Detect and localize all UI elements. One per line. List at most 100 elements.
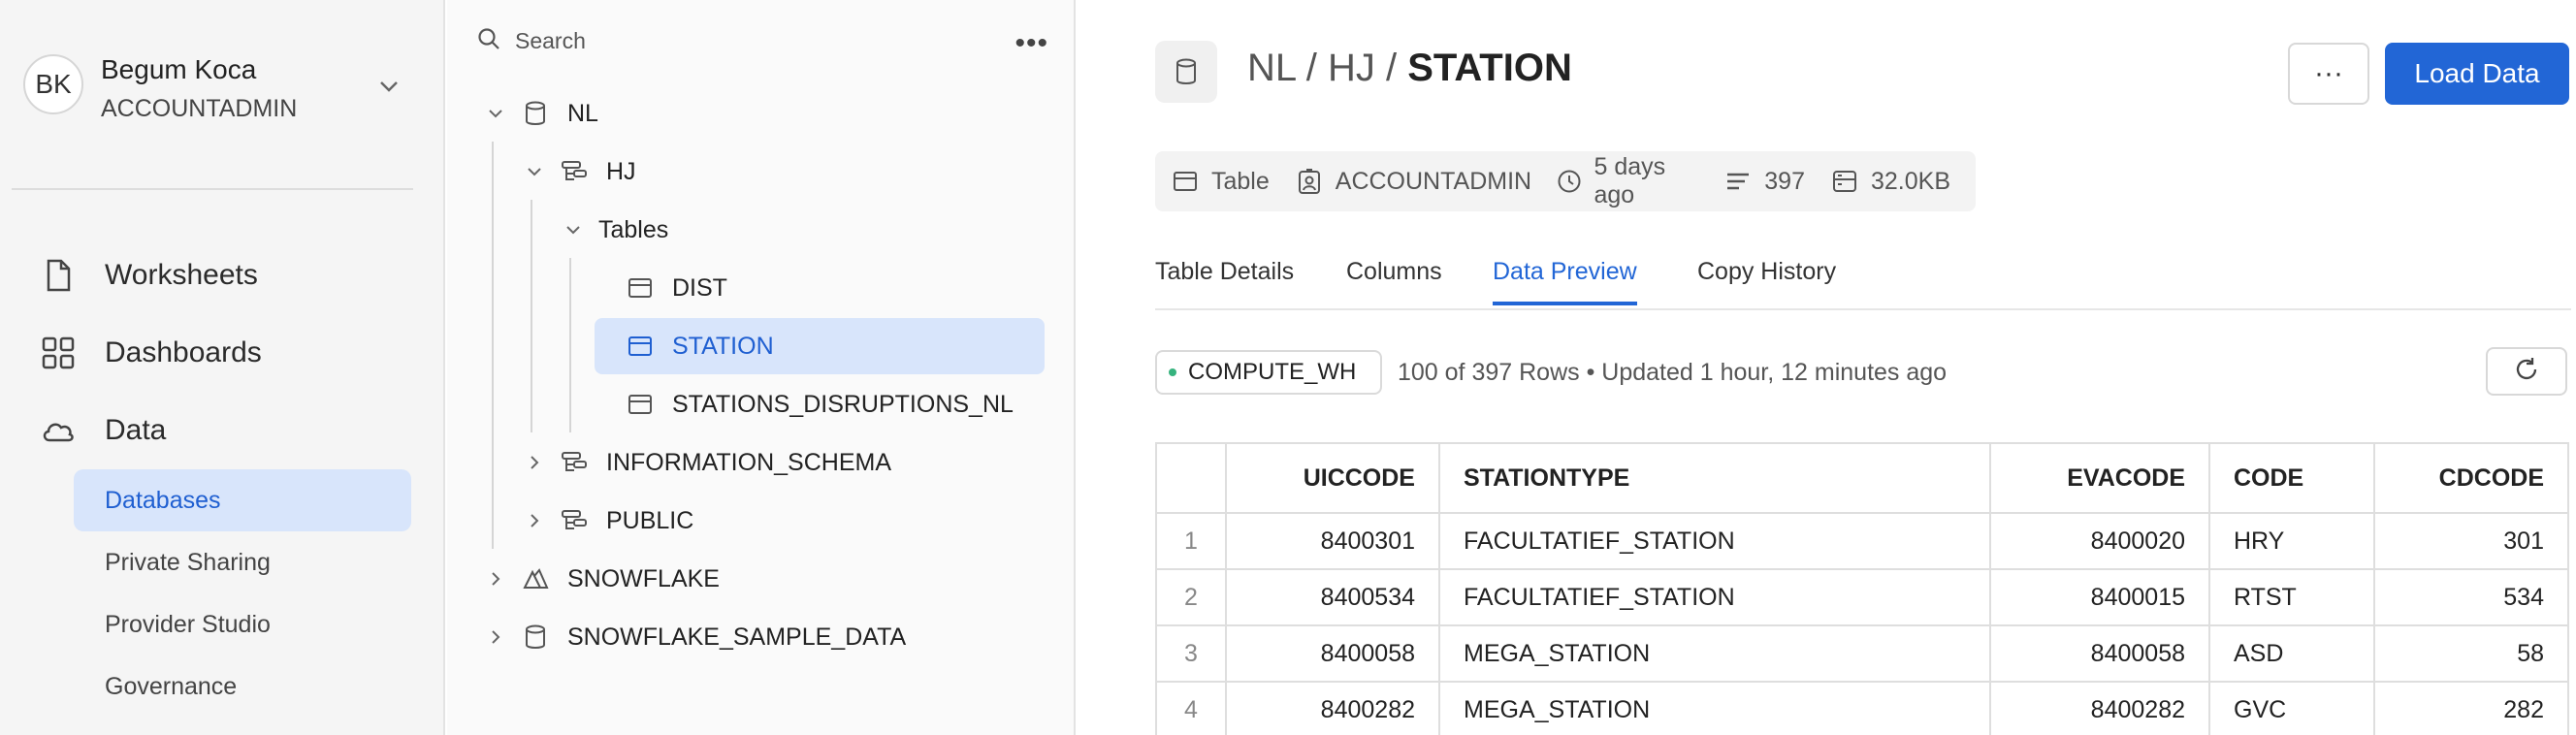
chevron-right-icon[interactable]	[521, 507, 548, 534]
nav-worksheets[interactable]: Worksheets	[39, 251, 258, 300]
table-icon	[626, 332, 655, 361]
nav-sub-private-sharing[interactable]: Private Sharing	[74, 531, 411, 593]
tree-node-information-schema[interactable]: INFORMATION_SCHEMA	[521, 434, 891, 491]
chevron-right-icon[interactable]	[482, 565, 509, 592]
table-row[interactable]: 3 8400058 MEGA_STATION 8400058 ASD 58	[1155, 624, 2569, 683]
load-data-button[interactable]: Load Data	[2385, 43, 2569, 105]
nav-data-label: Data	[105, 414, 167, 446]
table-cell[interactable]: 8400301	[1225, 512, 1440, 570]
table-cell[interactable]: 534	[2373, 568, 2569, 626]
tree-node-snowflake[interactable]: SNOWFLAKE	[482, 551, 720, 607]
more-actions-button[interactable]: ···	[2288, 43, 2369, 105]
user-menu[interactable]: BK Begum Koca ACCOUNTADMIN	[23, 47, 411, 130]
data-preview-table: UICCODE STATIONTYPE EVACODE CODE CDCODE …	[1155, 442, 2569, 735]
nav-worksheets-label: Worksheets	[105, 259, 258, 291]
table-cell[interactable]: RTST	[2208, 568, 2375, 626]
nav-dashboards[interactable]: Dashboards	[39, 329, 262, 377]
tree-node-hj[interactable]: HJ	[521, 144, 636, 200]
row-number-header	[1155, 442, 1227, 514]
row-number: 4	[1155, 681, 1227, 735]
column-header[interactable]: EVACODE	[1989, 442, 2210, 514]
tree-node-label: INFORMATION_SCHEMA	[606, 448, 891, 476]
refresh-icon	[2513, 356, 2540, 388]
nav-sub-provider-studio[interactable]: Provider Studio	[74, 593, 411, 655]
table-cell[interactable]: FACULTATIEF_STATION	[1438, 568, 1991, 626]
table-header-row: UICCODE STATIONTYPE EVACODE CODE CDCODE	[1155, 442, 2569, 514]
table-cell[interactable]: 8400282	[1225, 681, 1440, 735]
nav-data[interactable]: Data	[39, 406, 166, 455]
column-header[interactable]: CDCODE	[2373, 442, 2569, 514]
tree-node-snowflake-sample-data[interactable]: SNOWFLAKE_SAMPLE_DATA	[482, 609, 906, 665]
tree-node-label: STATIONS_DISRUPTIONS_NL	[672, 390, 1014, 418]
tab-table-details[interactable]: Table Details	[1155, 258, 1294, 302]
nav-sub-databases[interactable]: Databases	[74, 469, 411, 531]
table-cell[interactable]: 58	[2373, 624, 2569, 683]
page-title: NL / HJ / STATION	[1247, 47, 1572, 90]
table-row[interactable]: 4 8400282 MEGA_STATION 8400282 GVC 282	[1155, 681, 2569, 735]
table-cell[interactable]: 8400058	[1989, 624, 2210, 683]
search-input[interactable]: Search •••	[476, 21, 1048, 60]
chevron-down-icon[interactable]	[374, 72, 403, 101]
app-window: BK Begum Koca ACCOUNTADMIN Worksheets Da…	[0, 0, 2576, 735]
meta-rows-label: 397	[1764, 167, 1805, 195]
more-options-icon[interactable]: •••	[1014, 27, 1048, 60]
tree-node-label: NL	[567, 99, 598, 127]
clock-icon	[1557, 167, 1582, 196]
chevron-down-icon[interactable]	[482, 100, 509, 127]
table-cell[interactable]: HRY	[2208, 512, 2375, 570]
tree-guide	[492, 142, 494, 549]
tree-node-dist[interactable]: DIST	[626, 260, 1006, 316]
warehouse-selector[interactable]: COMPUTE_WH	[1155, 350, 1382, 395]
search-icon	[476, 26, 501, 56]
tree-node-nl[interactable]: NL	[482, 85, 598, 142]
tree-node-station[interactable]: STATION	[595, 318, 1045, 374]
table-cell[interactable]: 8400282	[1989, 681, 2210, 735]
meta-modified-label: 5 days ago	[1594, 153, 1666, 208]
table-cell[interactable]: 301	[2373, 512, 2569, 570]
table-cell[interactable]: 282	[2373, 681, 2569, 735]
row-count-info: 100 of 397 Rows • Updated 1 hour, 12 min…	[1398, 359, 1948, 386]
table-row[interactable]: 1 8400301 FACULTATIEF_STATION 8400020 HR…	[1155, 512, 2569, 570]
row-number: 3	[1155, 624, 1227, 683]
tab-data-preview[interactable]: Data Preview	[1493, 258, 1637, 305]
column-header[interactable]: STATIONTYPE	[1438, 442, 1991, 514]
tab-copy-history[interactable]: Copy History	[1697, 258, 1836, 302]
table-icon	[626, 273, 655, 303]
row-number: 1	[1155, 512, 1227, 570]
schema-icon	[560, 448, 589, 477]
tree-node-label: STATION	[672, 332, 774, 360]
tree-node-tables[interactable]: Tables	[560, 202, 668, 258]
tab-columns[interactable]: Columns	[1346, 258, 1442, 302]
user-name: Begum Koca	[101, 54, 257, 84]
chevron-down-icon[interactable]	[521, 158, 548, 185]
shared-database-icon	[521, 564, 550, 593]
table-cell[interactable]: 8400020	[1989, 512, 2210, 570]
tree-guide	[531, 200, 532, 432]
database-icon	[521, 623, 550, 652]
meta-modified: 5 days ago	[1557, 153, 1698, 209]
tree-node-public[interactable]: PUBLIC	[521, 493, 693, 549]
tree-node-stations-disruptions[interactable]: STATIONS_DISRUPTIONS_NL	[626, 376, 1033, 432]
column-header[interactable]: CODE	[2208, 442, 2375, 514]
refresh-button[interactable]	[2486, 347, 2567, 396]
table-cell[interactable]: MEGA_STATION	[1438, 681, 1991, 735]
table-cell[interactable]: ASD	[2208, 624, 2375, 683]
table-cell[interactable]: MEGA_STATION	[1438, 624, 1991, 683]
nav-sub-governance[interactable]: Governance	[74, 655, 411, 718]
tree-node-label: Tables	[598, 215, 669, 243]
warehouse-name: COMPUTE_WH	[1188, 359, 1357, 385]
table-row[interactable]: 2 8400534 FACULTATIEF_STATION 8400015 RT…	[1155, 568, 2569, 626]
table-cell[interactable]: 8400015	[1989, 568, 2210, 626]
meta-type-label: Table	[1211, 167, 1270, 195]
chevron-down-icon[interactable]	[560, 216, 587, 243]
table-cell[interactable]: 8400534	[1225, 568, 1440, 626]
cloud-icon	[39, 411, 78, 450]
table-cell[interactable]: FACULTATIEF_STATION	[1438, 512, 1991, 570]
chevron-right-icon[interactable]	[482, 623, 509, 651]
table-cell[interactable]: 8400058	[1225, 624, 1440, 683]
file-icon	[39, 256, 78, 295]
row-number: 2	[1155, 568, 1227, 626]
chevron-right-icon[interactable]	[521, 449, 548, 476]
table-cell[interactable]: GVC	[2208, 681, 2375, 735]
column-header[interactable]: UICCODE	[1225, 442, 1440, 514]
